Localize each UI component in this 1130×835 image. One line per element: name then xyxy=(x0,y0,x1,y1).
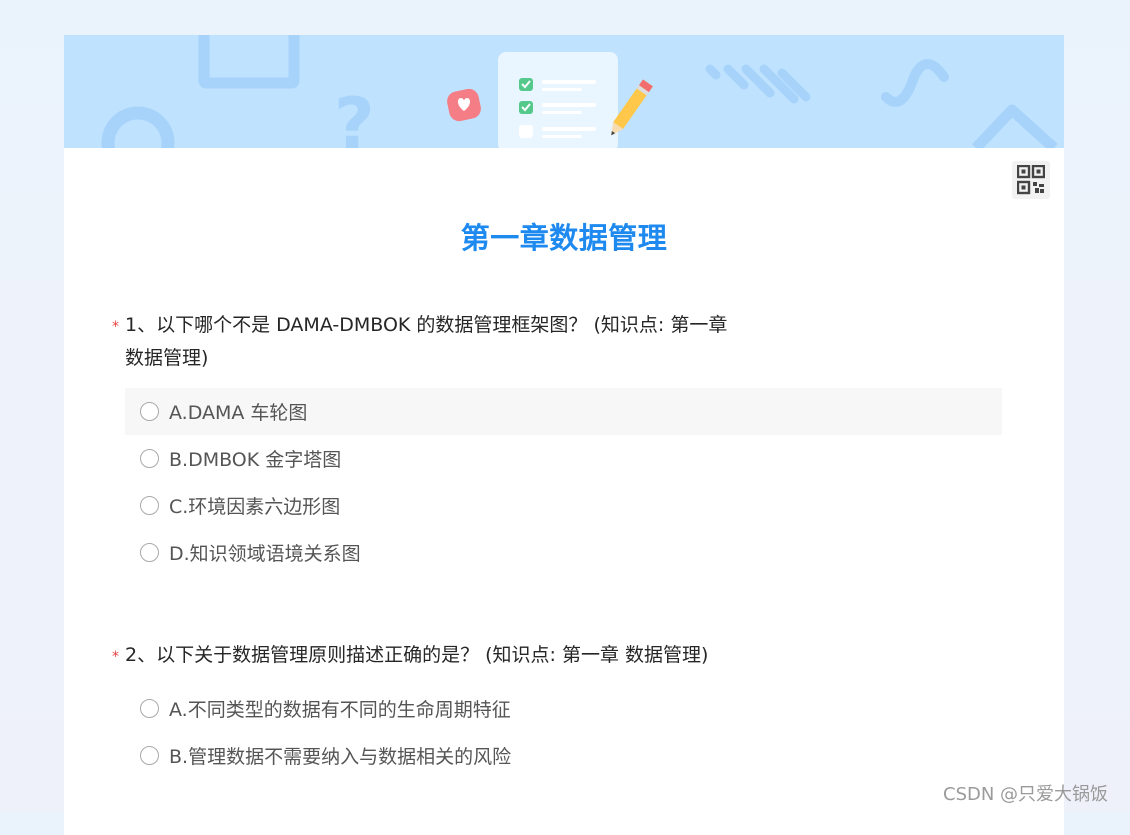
svg-text:?: ? xyxy=(334,83,375,148)
radio-button[interactable] xyxy=(140,402,159,421)
option-label: B.管理数据不需要纳入与数据相关的风险 xyxy=(169,746,512,768)
question-title: * 1、以下哪个不是 DAMA-DMBOK 的数据管理框架图？ (知识点: 第一… xyxy=(112,309,745,375)
header-banner: ? xyxy=(64,35,1064,148)
option-list: A.不同类型的数据有不同的生命周期特征 B.管理数据不需要纳入与数据相关的风险 xyxy=(112,685,1012,779)
option-b[interactable]: B.DMBOK 金字塔图 xyxy=(125,435,1002,482)
watermark: CSDN @只爱大锅饭 xyxy=(943,784,1109,805)
radio-button[interactable] xyxy=(140,496,159,515)
question-number: 2、 xyxy=(125,644,157,666)
survey-title: 第一章数据管理 xyxy=(460,221,668,255)
question-number: 1、 xyxy=(125,314,157,336)
checklist-pencil-illustration: ? xyxy=(101,35,1058,148)
radio-button[interactable] xyxy=(140,746,159,765)
option-a[interactable]: A.不同类型的数据有不同的生命周期特征 xyxy=(125,685,1002,732)
option-a[interactable]: A.DAMA 车轮图 xyxy=(125,388,1002,435)
option-label: A.不同类型的数据有不同的生命周期特征 xyxy=(169,699,511,721)
radio-button[interactable] xyxy=(140,543,159,562)
question-title: * 2、以下关于数据管理原则描述正确的是？ (知识点: 第一章 数据管理) xyxy=(112,639,745,672)
question-2: * 2、以下关于数据管理原则描述正确的是？ (知识点: 第一章 数据管理) A.… xyxy=(112,639,1012,779)
option-list: A.DAMA 车轮图 B.DMBOK 金字塔图 C.环境因素六边形图 D.知识领… xyxy=(112,388,1012,576)
option-d[interactable]: D.知识领域语境关系图 xyxy=(125,529,1002,576)
option-label: B.DMBOK 金字塔图 xyxy=(169,449,342,471)
option-label: C.环境因素六边形图 xyxy=(169,496,341,518)
radio-button[interactable] xyxy=(140,449,159,468)
option-b[interactable]: B.管理数据不需要纳入与数据相关的风险 xyxy=(125,732,1002,779)
required-mark: * xyxy=(112,649,119,665)
option-label: D.知识领域语境关系图 xyxy=(169,543,361,565)
qr-code-button[interactable] xyxy=(1012,161,1050,199)
option-c[interactable]: C.环境因素六边形图 xyxy=(125,482,1002,529)
radio-button[interactable] xyxy=(140,699,159,718)
survey-card: ? 第一章数据管理 * 1、以下哪个不是 DAMA-DMBOK 的数据管理框架图… xyxy=(64,35,1064,835)
option-label: A.DAMA 车轮图 xyxy=(169,402,308,424)
question-1: * 1、以下哪个不是 DAMA-DMBOK 的数据管理框架图？ (知识点: 第一… xyxy=(112,309,1012,576)
qr-code-icon xyxy=(1017,165,1045,195)
question-text: 以下关于数据管理原则描述正确的是？ (知识点: 第一章 数据管理) xyxy=(156,644,709,666)
required-mark: * xyxy=(112,319,119,335)
question-text: 以下哪个不是 DAMA-DMBOK 的数据管理框架图？ (知识点: 第一章 数据… xyxy=(125,314,728,369)
